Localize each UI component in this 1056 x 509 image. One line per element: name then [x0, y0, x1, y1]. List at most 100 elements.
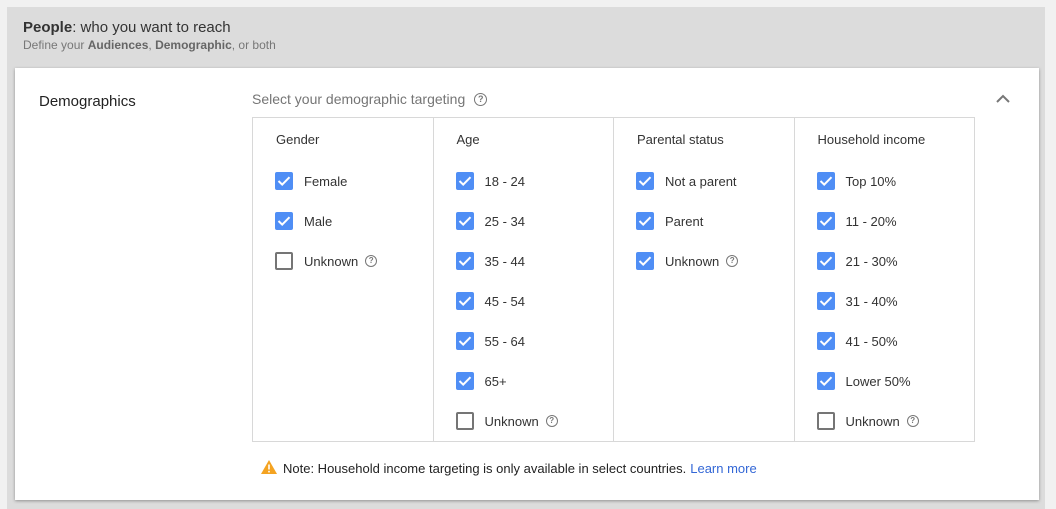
- check-icon: [458, 176, 471, 187]
- collapse-button[interactable]: [993, 90, 1013, 108]
- checkbox[interactable]: [455, 372, 474, 390]
- option-55-64[interactable]: 55 - 64: [455, 332, 525, 350]
- demographic-grid: Gender Female Male Unknown? Age 18 - 24 25 - 3…: [252, 117, 975, 442]
- subtitle-prefix: Define your: [23, 38, 88, 52]
- option-label: Male: [304, 213, 333, 229]
- option-label: Unknown: [665, 253, 720, 269]
- check-icon: [819, 376, 832, 387]
- option-unknown[interactable]: Unknown?: [275, 252, 378, 270]
- column-gender: Gender Female Male Unknown?: [253, 118, 434, 441]
- check-icon: [458, 216, 471, 227]
- option-top-10-[interactable]: Top 10%: [816, 172, 897, 190]
- checkbox[interactable]: [455, 172, 474, 190]
- note-text: Note: Household income targeting is only…: [283, 461, 687, 476]
- checkbox[interactable]: [816, 332, 835, 350]
- subtitle-audiences: Audiences: [87, 38, 149, 52]
- checkbox[interactable]: [816, 252, 835, 270]
- check-icon: [819, 296, 832, 307]
- check-icon: [819, 176, 832, 187]
- checkbox[interactable]: [455, 252, 474, 270]
- panel-title: People: who you want to reach: [23, 19, 231, 36]
- check-icon: [819, 256, 832, 267]
- title-bold: People: [23, 19, 73, 36]
- option-label: 31 - 40%: [845, 293, 898, 309]
- option-31-40-[interactable]: 31 - 40%: [816, 292, 898, 310]
- check-icon: [819, 336, 832, 347]
- subtitle-suffix: , or both: [231, 38, 276, 52]
- option-unknown[interactable]: Unknown?: [636, 252, 739, 270]
- column-title: Age: [456, 132, 480, 147]
- option-label: Not a parent: [665, 173, 737, 189]
- check-icon: [277, 176, 291, 187]
- option-label: 65+: [484, 373, 507, 389]
- checkbox[interactable]: [455, 212, 474, 230]
- option-label: 55 - 64: [484, 333, 525, 349]
- checkbox[interactable]: [455, 292, 474, 310]
- checkbox[interactable]: [275, 212, 293, 230]
- option-label: Female: [304, 173, 348, 189]
- column-title: Household income: [817, 132, 926, 147]
- title-rest: : who you want to reach: [72, 19, 231, 36]
- option-label: Unknown: [484, 413, 539, 429]
- column-title: Gender: [276, 132, 320, 147]
- option-label: 18 - 24: [484, 173, 525, 189]
- help-icon[interactable]: ?: [726, 255, 739, 267]
- learn-more-link[interactable]: Learn more: [690, 461, 756, 476]
- help-icon[interactable]: ?: [474, 92, 488, 106]
- option-label: 11 - 20%: [845, 213, 897, 229]
- option-label: Top 10%: [845, 173, 897, 189]
- option-label: Lower 50%: [845, 373, 911, 389]
- checkbox[interactable]: [816, 412, 835, 430]
- income-note: Note: Household income targeting is only…: [261, 460, 757, 477]
- demographics-card: Demographics Select your demographic tar…: [15, 68, 1039, 500]
- option-male[interactable]: Male: [275, 212, 332, 230]
- checkbox[interactable]: [455, 412, 474, 430]
- option-not-a-parent[interactable]: Not a parent: [636, 172, 737, 190]
- checkbox[interactable]: [816, 172, 835, 190]
- checkbox[interactable]: [275, 172, 293, 190]
- option-41-50-[interactable]: 41 - 50%: [816, 332, 898, 350]
- help-icon[interactable]: ?: [906, 415, 919, 427]
- option-65-[interactable]: 65+: [455, 372, 507, 390]
- check-icon: [638, 176, 652, 187]
- option-parent[interactable]: Parent: [636, 212, 703, 230]
- checkbox[interactable]: [816, 372, 835, 390]
- option-35-44[interactable]: 35 - 44: [455, 252, 525, 270]
- check-icon: [458, 336, 471, 347]
- people-panel: People: who you want to reach Define you…: [7, 7, 1045, 509]
- check-icon: [819, 216, 832, 227]
- option-unknown[interactable]: Unknown?: [816, 412, 919, 430]
- check-icon: [458, 376, 471, 387]
- check-icon: [638, 256, 652, 267]
- column-household-income: Household income Top 10% 11 - 20% 21 - 30% 3…: [795, 118, 975, 441]
- option-45-54[interactable]: 45 - 54: [455, 292, 525, 310]
- option-18-24[interactable]: 18 - 24: [455, 172, 525, 190]
- checkbox[interactable]: [636, 172, 654, 190]
- checkbox[interactable]: [636, 212, 654, 230]
- check-icon: [458, 256, 471, 267]
- checkbox[interactable]: [816, 292, 835, 310]
- option-label: Parent: [665, 213, 704, 229]
- checkbox[interactable]: [275, 252, 293, 270]
- help-icon[interactable]: ?: [365, 255, 378, 267]
- option-label: Unknown: [845, 413, 900, 429]
- checkbox[interactable]: [816, 212, 835, 230]
- subtitle-demographic: Demographic: [155, 38, 232, 52]
- check-icon: [277, 216, 291, 227]
- option-label: 41 - 50%: [845, 333, 898, 349]
- option-11-20-[interactable]: 11 - 20%: [816, 212, 897, 230]
- help-icon[interactable]: ?: [545, 415, 558, 427]
- option-female[interactable]: Female: [275, 172, 347, 190]
- option-label: 45 - 54: [484, 293, 525, 309]
- column-age: Age 18 - 24 25 - 34 35 - 44 45 - 54 55 - 64 65…: [434, 118, 614, 441]
- option-lower-50-[interactable]: Lower 50%: [816, 372, 911, 390]
- option-label: 21 - 30%: [845, 253, 898, 269]
- checkbox[interactable]: [636, 252, 654, 270]
- option-21-30-[interactable]: 21 - 30%: [816, 252, 898, 270]
- option-unknown[interactable]: Unknown?: [455, 412, 558, 430]
- check-icon: [638, 216, 652, 227]
- panel-subtitle: Define your Audiences, Demographic, or b…: [23, 38, 276, 52]
- checkbox[interactable]: [455, 332, 474, 350]
- option-25-34[interactable]: 25 - 34: [455, 212, 525, 230]
- check-icon: [458, 296, 471, 307]
